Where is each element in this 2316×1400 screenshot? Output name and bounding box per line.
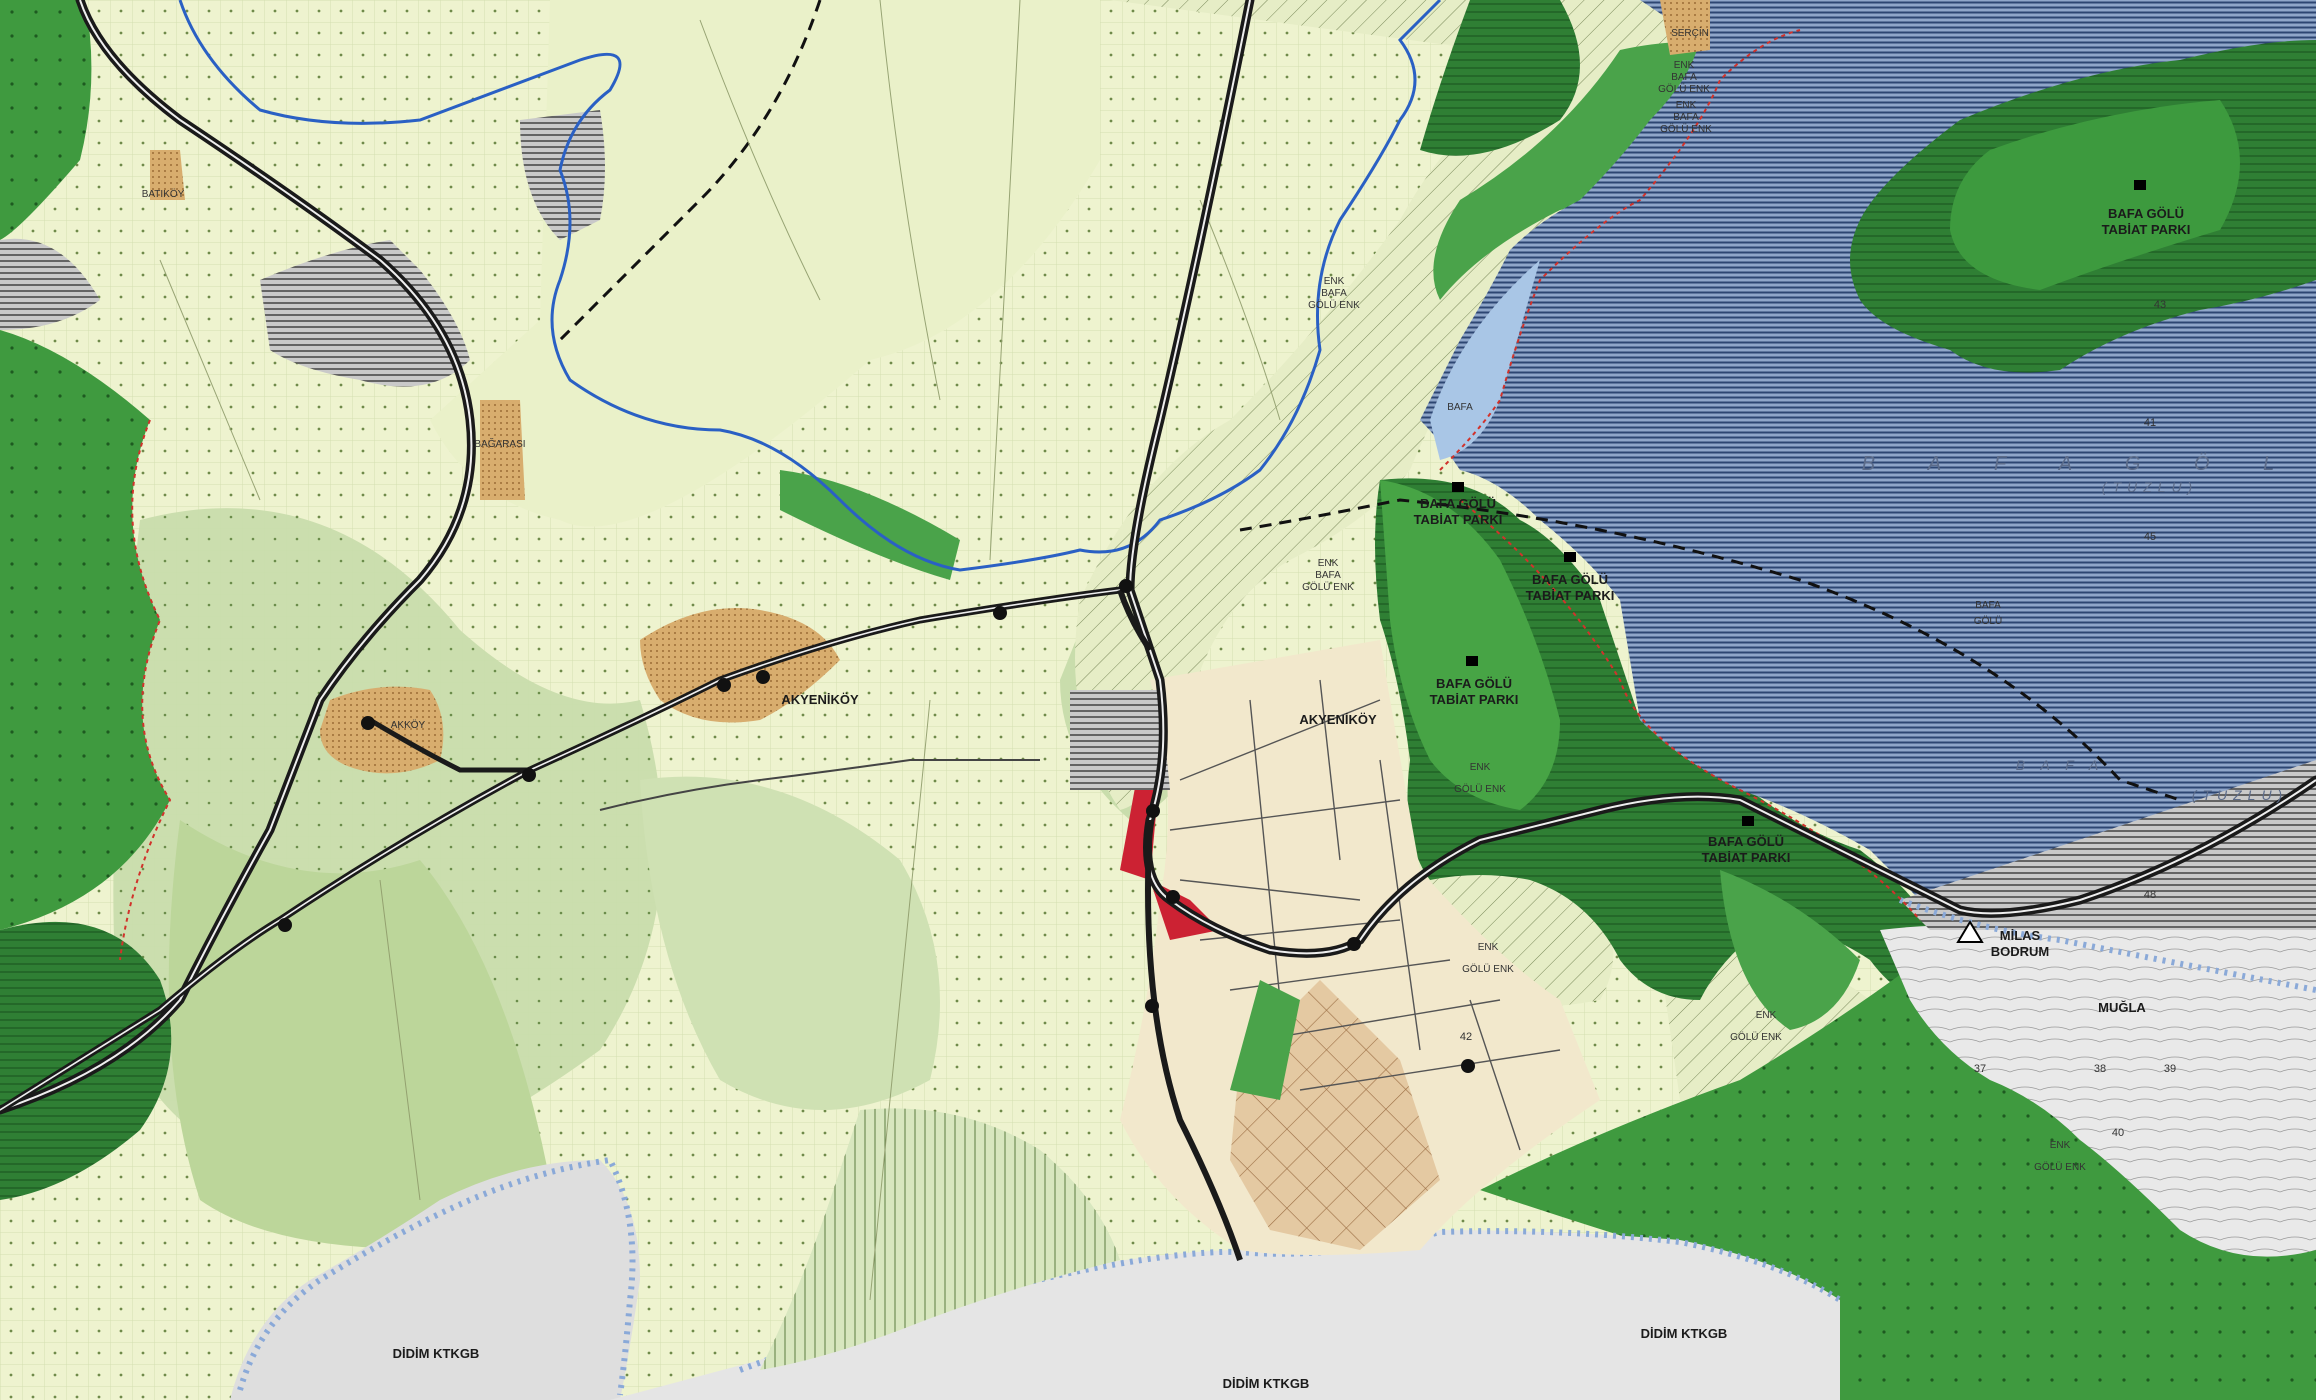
label-enk-8-1: ENK: [2050, 1140, 2071, 1151]
land-use-map[interactable]: BATIKÖY BAĞARASI AKYENİKÖY AKYENİKÖY AKK…: [0, 0, 2316, 1400]
label-enk-top-3: GÖLÜ ENK: [1658, 83, 1710, 95]
industry-zone: [1070, 690, 1170, 790]
label-akkoy: AKKÖY: [391, 719, 426, 731]
label-park-d-1: BAFA GÖLÜ: [1708, 834, 1784, 849]
label-enk-7-2: GÖLÜ ENK: [1730, 1031, 1782, 1043]
label-bafa-lake: B A F A G Ö L: [1862, 453, 2298, 475]
label-park-a-1: BAFA GÖLÜ: [1420, 496, 1496, 511]
bagarasi-settlement: [480, 400, 525, 500]
label-park-a-2: TABİAT PARKI: [1414, 512, 1503, 527]
label-enk-top-1: ENK: [1674, 60, 1695, 71]
map-canvas[interactable]: BATIKÖY BAĞARASI AKYENİKÖY AKYENİKÖY AKK…: [0, 0, 2316, 1400]
label-enk-2-1: ENK: [1676, 100, 1697, 111]
label-enk-2-2: BAFA: [1673, 112, 1699, 123]
label-sercin: SERÇİN: [1671, 26, 1709, 39]
sheet-number-42: 42: [1460, 1031, 1472, 1043]
label-park-island-2: TABİAT PARKI: [2102, 222, 2191, 237]
label-enk-top-2: BAFA: [1671, 72, 1697, 83]
label-tuzlu-1: (TUZLU): [2102, 479, 2198, 495]
sheet-number-43: 43: [2154, 299, 2166, 311]
label-enk-4-3: GÖLÜ ENK: [1302, 581, 1354, 593]
label-park-c-1: BAFA GÖLÜ: [1436, 676, 1512, 691]
label-enk-6-2: GÖLÜ ENK: [1462, 963, 1514, 975]
label-bafa-lake-small: B A F A: [2016, 757, 2104, 773]
sheet-number-40: 40: [2112, 1127, 2124, 1139]
label-bafa-golu-lake-1: BAFA: [1975, 600, 2001, 611]
label-enk-5-1: ENK: [1470, 762, 1491, 773]
label-park-b-1: BAFA GÖLÜ: [1532, 572, 1608, 587]
label-enk-2-3: GÖLÜ ENK: [1660, 123, 1712, 135]
sheet-number-38: 38: [2094, 1063, 2106, 1075]
sheet-number-39: 39: [2164, 1063, 2176, 1075]
label-batikoy: BATIKÖY: [142, 188, 185, 200]
sheet-number-48: 48: [2144, 889, 2156, 901]
sheet-number-37: 37: [1974, 1063, 1986, 1075]
label-bodrum: BODRUM: [1991, 944, 2050, 959]
label-bagarasi: BAĞARASI: [474, 437, 525, 450]
label-enk-5-2: GÖLÜ ENK: [1454, 783, 1506, 795]
label-bafa-golu-lake-2: GÖLÜ: [1974, 615, 2002, 627]
label-enk-4-2: BAFA: [1315, 570, 1341, 581]
label-didim-west: DİDİM KTKGB: [393, 1346, 480, 1361]
label-park-b-2: TABİAT PARKI: [1526, 588, 1615, 603]
label-akyenikoy-plan: AKYENİKÖY: [1299, 712, 1377, 727]
label-park-c-2: TABİAT PARKI: [1430, 692, 1519, 707]
label-didim-center: DİDİM KTKGB: [1223, 1376, 1310, 1391]
label-tuzlu-2: (TUZLU): [2192, 787, 2288, 803]
label-enk-8-2: GÖLÜ ENK: [2034, 1161, 2086, 1173]
label-enk-3-3: GÖLÜ ENK: [1308, 299, 1360, 311]
label-akyenikoy-village: AKYENİKÖY: [781, 692, 859, 707]
forest-west: [0, 330, 170, 930]
label-enk-3-1: ENK: [1324, 276, 1345, 287]
label-park-island-1: BAFA GÖLÜ: [2108, 206, 2184, 221]
sheet-number-45: 45: [2144, 531, 2156, 543]
label-didim-east: DİDİM KTKGB: [1641, 1326, 1728, 1341]
label-enk-7-1: ENK: [1756, 1010, 1777, 1021]
label-park-d-2: TABİAT PARKI: [1702, 850, 1791, 865]
sheet-number-41: 41: [2144, 417, 2156, 429]
label-enk-6-1: ENK: [1478, 942, 1499, 953]
label-enk-4-1: ENK: [1318, 558, 1339, 569]
label-milas: MİLAS: [2000, 928, 2041, 943]
label-bafa-shore: BAFA: [1447, 402, 1473, 413]
label-enk-3-2: BAFA: [1321, 288, 1347, 299]
label-mugla: MUĞLA: [2098, 1000, 2146, 1015]
